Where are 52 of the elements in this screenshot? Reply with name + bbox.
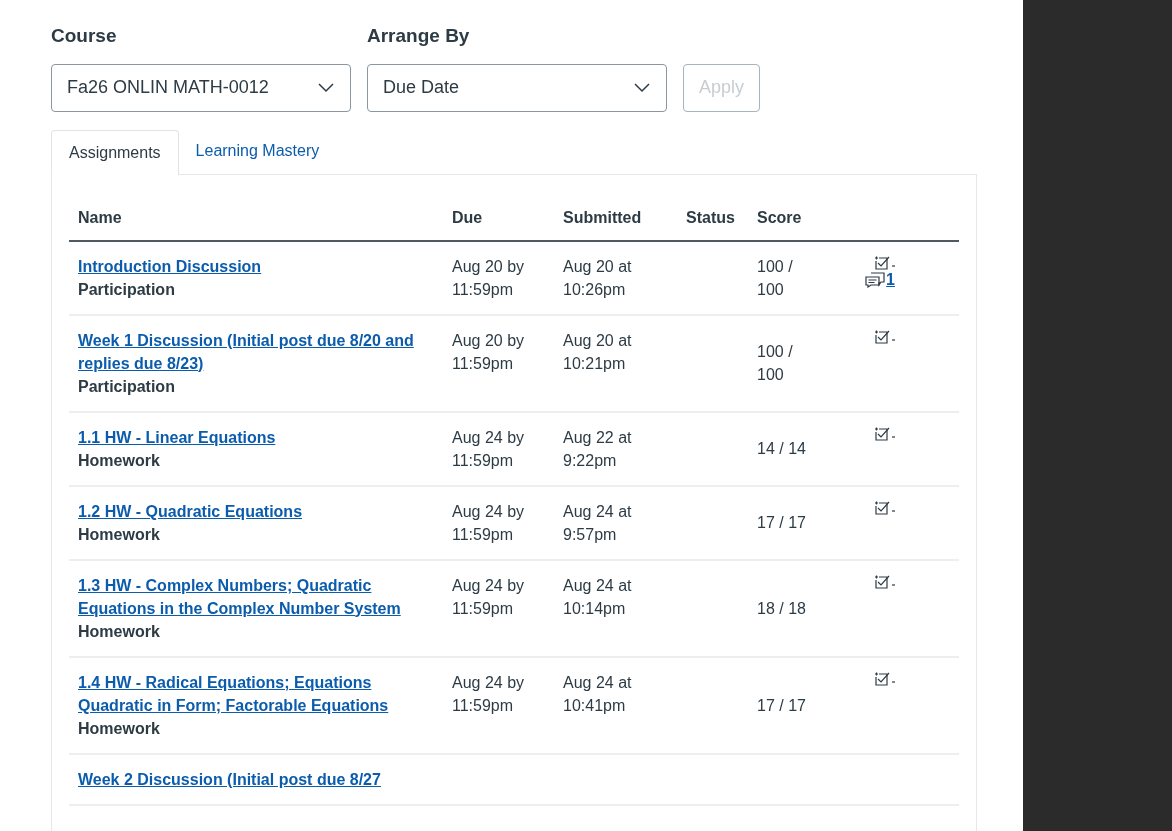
tab[interactable]: Assignments — [51, 129, 179, 175]
column-header: Due — [452, 208, 484, 228]
score: 100 / 100 — [757, 342, 794, 385]
score: 17 / 17 — [757, 695, 807, 716]
course-label: Course — [51, 24, 118, 48]
column-header: Name — [77, 208, 123, 228]
assignment-group: Homework — [78, 716, 438, 740]
due-date: Aug 24 by 11:59pm — [452, 575, 526, 619]
course-select[interactable]: Fa26 ONLIN MATH-0012 — [51, 63, 351, 112]
arrange-by-select[interactable]: Due Date — [367, 63, 667, 112]
assignment-group: Homework — [78, 619, 438, 643]
comment-icon — [865, 271, 886, 288]
score: 17 / 17 — [757, 513, 807, 533]
score: 18 / 18 — [757, 598, 807, 619]
due-date: Aug 24 by 11:59pm — [452, 427, 526, 471]
assignment-group: Participation — [78, 277, 438, 301]
assignment-group: Participation — [78, 374, 438, 398]
assignment-link[interactable]: Introduction Discussion — [78, 254, 438, 278]
comment-count-link[interactable]: 1 — [886, 271, 895, 288]
checkbox-icon — [873, 499, 895, 516]
arrange-by-label: Arrange By — [367, 24, 471, 48]
column-header: Submitted — [563, 208, 643, 228]
assignment-link[interactable]: 1.1 HW - Linear Equations — [78, 425, 438, 449]
chevron-down-icon — [634, 82, 650, 93]
submitted-date: Aug 24 at 10:14pm — [563, 575, 633, 619]
assignment-group: Homework — [78, 448, 438, 472]
checkbox-icon — [873, 425, 895, 442]
submitted-date: Aug 24 at 9:57pm — [563, 501, 633, 545]
assignment-link[interactable]: 1.3 HW - Complex Numbers; Quadratic Equations in the Complex Number System — [78, 573, 438, 620]
assignment-link[interactable]: Week 2 Discussion (Initial post due 8/27 — [78, 767, 438, 791]
submitted-date: Aug 24 at 10:41pm — [563, 672, 633, 716]
submitted-date: Aug 20 at 10:26pm — [563, 256, 633, 300]
due-date: Aug 24 by 11:59pm — [452, 501, 526, 545]
assignment-link[interactable]: Week 1 Discussion (Initial post due 8/20 and replies due 8/23) — [78, 328, 438, 375]
checkbox-icon — [873, 254, 895, 271]
tab[interactable]: Learning Mastery — [178, 128, 337, 174]
chevron-down-icon — [318, 82, 334, 93]
checkbox-icon — [873, 573, 895, 590]
submitted-date: Aug 22 at 9:22pm — [563, 427, 633, 471]
column-header: Status — [686, 208, 736, 228]
submitted-date: Aug 20 at 10:21pm — [563, 330, 633, 374]
assignment-group: Homework — [78, 522, 438, 546]
due-date: Aug 24 by 11:59pm — [452, 672, 526, 716]
score: 14 / 14 — [757, 439, 807, 459]
assignment-link[interactable]: 1.4 HW - Radical Equations; Equations Quadratic in Form; Factorable Equations — [78, 670, 438, 717]
due-date: Aug 20 by 11:59pm — [452, 256, 526, 300]
checkbox-icon — [873, 328, 895, 345]
due-date: Aug 20 by 11:59pm — [452, 330, 526, 374]
assignment-link[interactable]: 1.2 HW - Quadratic Equations — [78, 499, 438, 523]
score: 100 / 100 — [757, 256, 794, 300]
checkbox-icon — [873, 670, 895, 687]
column-header: Score — [757, 208, 802, 228]
